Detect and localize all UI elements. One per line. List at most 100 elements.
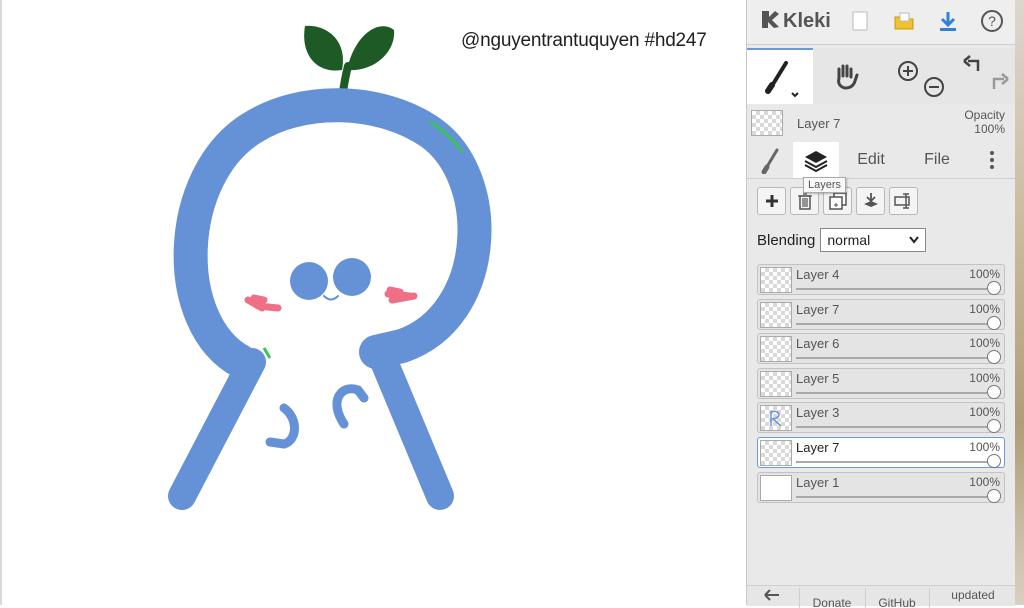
layer-thumbnail — [760, 336, 792, 363]
opacity-slider-track[interactable] — [796, 322, 996, 325]
layer-thumbnail — [760, 370, 792, 397]
side-panel: Kleki ? Layer 7 Opacity 100% Edit File L… — [746, 0, 1016, 608]
download-icon[interactable] — [935, 8, 961, 34]
opacity-slider-knob[interactable] — [987, 453, 1001, 468]
right-arm — [332, 384, 369, 429]
undo-redo-buttons — [949, 48, 1015, 104]
layer-thumbnail — [760, 439, 792, 466]
background-window-edge — [1015, 0, 1024, 605]
top-bar: Kleki ? — [747, 0, 1015, 45]
donate-link[interactable]: Donate — [799, 588, 864, 608]
zoom-buttons — [879, 48, 949, 104]
current-layer-thumbnail — [751, 110, 783, 136]
zoom-in-icon — [898, 61, 918, 81]
credit-text: @nguyentrantuquyen #hd247 — [461, 30, 707, 51]
green-edge-left — [262, 347, 272, 359]
layer-name: Layer 4 — [796, 267, 840, 282]
opacity-slider-track[interactable] — [796, 460, 996, 463]
merge-layer-button[interactable] — [856, 187, 885, 215]
add-layer-button[interactable] — [757, 187, 786, 215]
zoom-icons — [898, 61, 944, 97]
right-eye — [333, 258, 371, 296]
mouth — [323, 295, 339, 301]
opacity-label: Opacity — [964, 108, 1005, 122]
blending-select[interactable]: normal — [820, 228, 927, 252]
rename-layer-button[interactable] — [889, 187, 918, 215]
layer-item[interactable]: Layer 4 100% — [757, 264, 1005, 295]
layer-item[interactable]: Layer 7 100% — [757, 298, 1005, 330]
kleki-logo[interactable]: Kleki — [759, 8, 831, 35]
right-blush — [384, 286, 418, 304]
sprout-leaf-right — [347, 26, 395, 71]
panel-tabs: Edit File — [747, 142, 1015, 179]
hand-tool-button[interactable] — [813, 48, 879, 104]
layers-icon — [804, 151, 828, 172]
artwork — [168, 25, 492, 510]
more-menu-icon[interactable] — [977, 142, 1007, 178]
collapse-panel-icon[interactable] — [757, 588, 787, 608]
brush-tab-icon — [761, 148, 779, 174]
layer-opacity: 100% — [969, 336, 1000, 351]
layer-item[interactable]: Layer 5 100% — [757, 367, 1005, 399]
opacity-slider-knob[interactable] — [987, 315, 1001, 330]
tab-file[interactable]: File — [909, 142, 965, 178]
updated-label[interactable]: updated — [929, 588, 1016, 608]
opacity-slider-knob[interactable] — [987, 281, 1001, 295]
layer-opacity: 100% — [969, 301, 1000, 316]
layer-item-selected[interactable]: Layer 7 100% — [757, 436, 1005, 468]
layer-opacity: 100% — [969, 267, 1000, 281]
opacity-slider-track[interactable] — [796, 357, 996, 360]
tool-row — [747, 48, 1015, 104]
layer-opacity: 100% — [969, 370, 1000, 385]
layer-name: Layer 1 — [796, 474, 840, 490]
brush-tool-button[interactable] — [747, 48, 813, 104]
layer-name: Layer 3 — [796, 405, 840, 421]
layer-list: Layer 4 100% Layer 7 100% Layer 6 100% L… — [757, 264, 1005, 506]
zoom-out-icon — [924, 77, 944, 97]
opacity-slider-track[interactable] — [796, 391, 996, 394]
opacity-slider-knob[interactable] — [987, 384, 1001, 399]
opacity-slider-knob[interactable] — [987, 488, 1001, 503]
left-arm — [265, 403, 299, 449]
opacity-slider-track[interactable] — [796, 288, 996, 290]
layer-thumbnail-art — [770, 410, 782, 427]
opacity-slider-track[interactable] — [796, 495, 996, 498]
app-name: Kleki — [783, 10, 831, 32]
tab-layers[interactable] — [793, 142, 839, 178]
layer-item[interactable]: Layer 3 100% — [757, 402, 1005, 434]
right-leg — [366, 338, 454, 510]
current-layer-opacity: Opacity 100% — [964, 108, 1005, 136]
sprout-leaf-left — [304, 25, 343, 71]
help-icon[interactable]: ? — [979, 8, 1005, 34]
layer-item[interactable]: Layer 6 100% — [757, 333, 1005, 365]
layer-item[interactable]: Layer 1 100% — [757, 471, 1005, 503]
current-layer-info: Layer 7 Opacity 100% — [747, 106, 1015, 142]
opacity-value: 100% — [974, 122, 1005, 136]
new-document-icon[interactable] — [847, 8, 873, 34]
current-layer-name: Layer 7 — [797, 116, 841, 131]
layer-thumbnail — [760, 474, 792, 501]
opacity-slider-knob[interactable] — [987, 350, 1001, 365]
layer-thumbnail — [760, 301, 792, 328]
bottom-bar: Donate GitHub updated — [747, 585, 1016, 608]
drawing-canvas[interactable]: @nguyentrantuquyen #hd247 — [0, 0, 746, 605]
layer-name: Layer 7 — [796, 301, 840, 317]
layer-thumbnail — [760, 405, 792, 432]
kleki-logo-icon — [759, 8, 781, 35]
opacity-slider-knob[interactable] — [987, 419, 1001, 434]
layer-name: Layer 6 — [796, 336, 840, 352]
character-outline — [173, 88, 492, 379]
left-leg — [168, 348, 266, 510]
github-link[interactable]: GitHub — [865, 588, 928, 608]
undo-icon — [963, 55, 980, 71]
blending-control: Blending normal — [757, 228, 927, 252]
layer-opacity: 100% — [969, 439, 1000, 454]
tab-edit[interactable]: Edit — [843, 142, 899, 178]
open-folder-icon[interactable] — [891, 8, 917, 34]
chevron-down-icon — [909, 236, 920, 244]
tab-brush[interactable] — [751, 142, 791, 178]
opacity-slider-track[interactable] — [796, 426, 996, 429]
layer-opacity: 100% — [969, 474, 1000, 489]
blending-value: normal — [827, 232, 871, 248]
undo-redo-icons — [963, 55, 1009, 89]
